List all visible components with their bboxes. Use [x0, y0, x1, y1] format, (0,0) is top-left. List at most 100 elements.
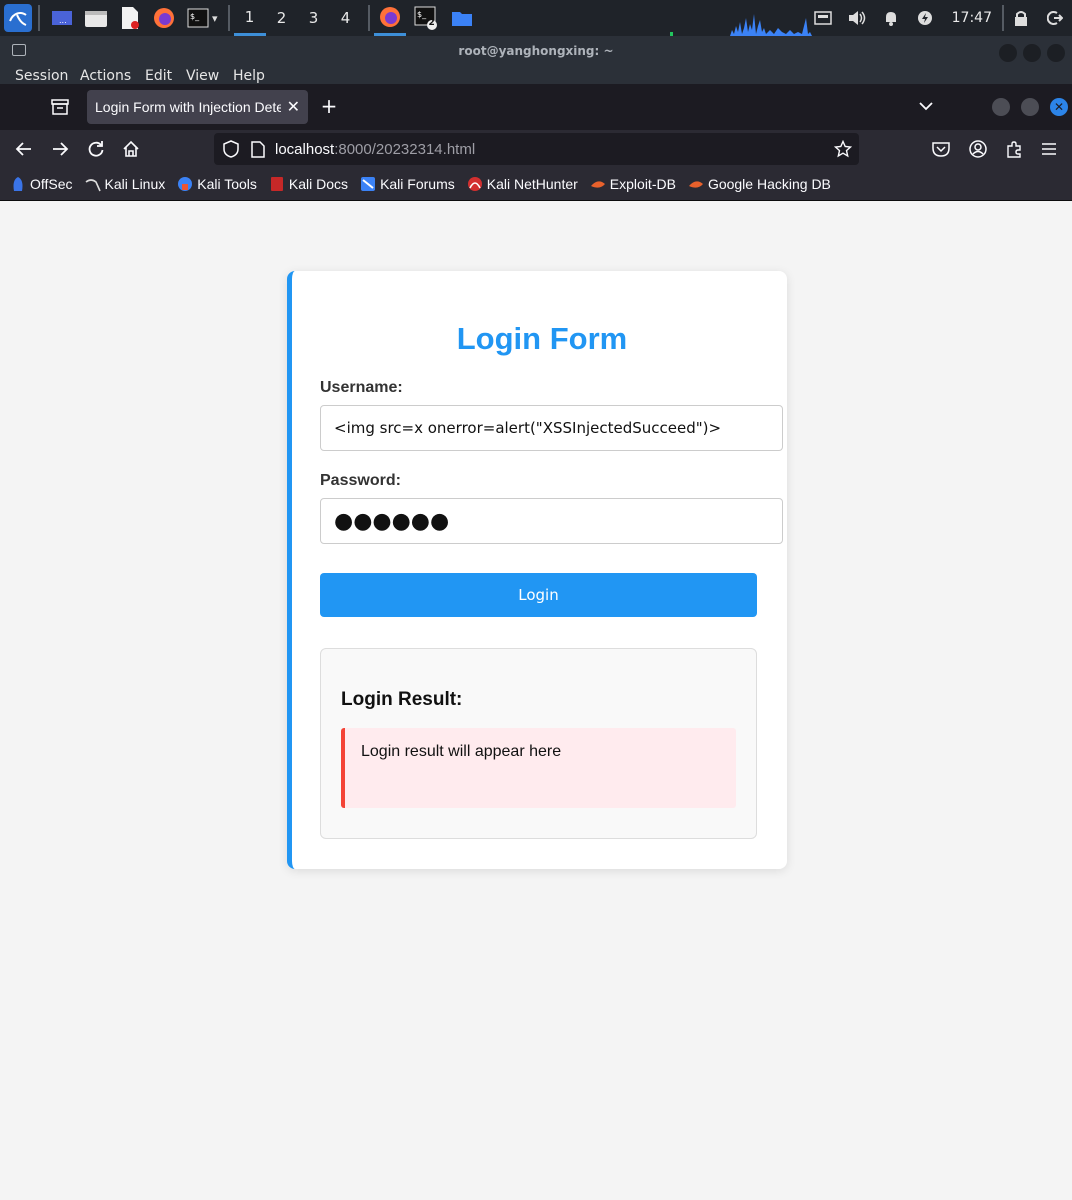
login-card: Login Form Username: <img src=x onerror=… — [287, 271, 787, 869]
menu-edit[interactable]: Edit — [145, 68, 172, 84]
taskbar-separator — [367, 5, 370, 31]
bookmark-google-hacking-db[interactable]: Google Hacking DB — [688, 176, 831, 192]
kali-dragon-icon — [85, 176, 101, 192]
bookmark-kali-tools[interactable]: Kali Tools — [177, 176, 257, 192]
lock-icon[interactable] — [1004, 0, 1038, 36]
workspace-4[interactable]: 4 — [330, 0, 362, 36]
bookmark-kali-nethunter[interactable]: Kali NetHunter — [467, 176, 578, 192]
clock[interactable]: 17:47 — [942, 10, 1002, 26]
bookmark-label: OffSec — [30, 176, 73, 192]
bookmark-kali-docs[interactable]: Kali Docs — [269, 176, 348, 192]
bookmark-label: Kali Docs — [288, 176, 349, 192]
new-tab-icon[interactable]: + — [319, 94, 339, 118]
page-title: Login Form — [456, 321, 628, 356]
terminal-count-badge: 2 — [428, 18, 435, 28]
taskbar-separator — [38, 5, 40, 31]
password-input[interactable]: ●●●●●● — [320, 498, 783, 544]
svg-text:$_: $_ — [417, 10, 427, 19]
browser-maximize-button[interactable] — [1021, 98, 1039, 116]
bookmark-label: Kali NetHunter — [486, 176, 578, 192]
kali-tools-icon — [177, 176, 193, 192]
bookmark-kali-linux[interactable]: Kali Linux — [85, 176, 166, 192]
volume-icon[interactable] — [840, 0, 874, 36]
extensions-icon[interactable] — [1002, 137, 1026, 161]
browser-navbar: localhost:8000/20232314.html — [0, 130, 1072, 168]
text-editor-icon[interactable] — [118, 6, 142, 30]
menu-session[interactable]: Session — [15, 68, 68, 84]
terminal-minimize-button[interactable] — [999, 44, 1017, 62]
terminal-window-button[interactable]: $_ 2 — [410, 0, 442, 36]
menu-view[interactable]: View — [186, 68, 219, 84]
login-result-message: Login result will appear here — [341, 728, 736, 808]
terminal-maximize-button[interactable] — [1023, 44, 1041, 62]
workspace-1[interactable]: 1 — [233, 0, 266, 36]
system-tray: 17:47 — [806, 0, 1072, 36]
chevron-down-icon[interactable]: ▾ — [212, 12, 218, 25]
login-button[interactable]: Login — [320, 573, 757, 617]
terminal-window-titlebar: root@yanghongxing: ~ Session Actions Edi… — [0, 36, 1072, 84]
pocket-icon[interactable] — [929, 137, 953, 161]
url-bar[interactable]: localhost:8000/20232314.html — [214, 133, 859, 165]
taskbar: ... $_ ▾ 1 2 3 4 $_ 2 17:47 — [0, 0, 1072, 36]
bookmark-star-icon[interactable] — [833, 139, 853, 159]
firefox-window-button[interactable] — [373, 0, 406, 36]
password-label: Password: — [320, 472, 401, 489]
back-icon[interactable] — [12, 137, 36, 161]
bookmark-label: Kali Tools — [197, 176, 257, 192]
reload-icon[interactable] — [84, 137, 108, 161]
logout-icon[interactable] — [1038, 0, 1072, 36]
terminal-close-button[interactable] — [1047, 44, 1065, 62]
terminal-window-title: root@yanghongxing: ~ — [458, 44, 614, 58]
power-status-icon[interactable] — [908, 0, 942, 36]
firefox-launcher-icon[interactable] — [152, 6, 176, 30]
show-desktop-icon[interactable]: ... — [50, 6, 74, 30]
url-host: localhost — [275, 140, 335, 158]
username-label: Username: — [320, 379, 403, 396]
login-result-heading: Login Result: — [341, 689, 463, 710]
tab-close-icon[interactable]: ✕ — [287, 97, 300, 116]
workspace-3[interactable]: 3 — [298, 0, 330, 36]
taskbar-separator — [227, 5, 230, 31]
forward-icon[interactable] — [48, 137, 72, 161]
bookmark-label: Google Hacking DB — [707, 176, 831, 192]
offsec-icon — [10, 176, 26, 192]
network-icon[interactable] — [806, 0, 840, 36]
browser-tab-strip: Login Form with Injection Detection ✕ + … — [0, 84, 1072, 130]
home-icon[interactable] — [119, 137, 143, 161]
bookmark-kali-forums[interactable]: Kali Forums — [360, 176, 455, 192]
workspace-2[interactable]: 2 — [266, 0, 298, 36]
browser-minimize-button[interactable] — [992, 98, 1010, 116]
tab-login-form[interactable]: Login Form with Injection Detection ✕ — [87, 90, 308, 124]
bookmark-offsec[interactable]: OffSec — [10, 176, 73, 192]
account-icon[interactable] — [966, 137, 990, 161]
menu-help[interactable]: Help — [233, 68, 265, 84]
nethunter-icon — [467, 176, 483, 192]
app-menu-icon[interactable] — [1037, 137, 1061, 161]
folder-window-button[interactable] — [446, 0, 478, 36]
url-path: :8000/20232314.html — [334, 140, 476, 158]
cpu-graph — [670, 14, 812, 36]
ghdb-icon — [688, 176, 704, 192]
svg-text:...: ... — [59, 16, 67, 25]
bookmark-label: Kali Forums — [380, 176, 455, 192]
bookmark-label: Exploit-DB — [609, 176, 676, 192]
kali-menu-icon[interactable] — [4, 4, 32, 32]
tracking-protection-icon[interactable] — [222, 140, 240, 158]
page-viewport: Login Form Username: <img src=x onerror=… — [0, 201, 1072, 1200]
menu-actions[interactable]: Actions — [80, 68, 131, 84]
exploit-db-icon — [590, 176, 606, 192]
tab-title: Login Form with Injection Detection — [95, 99, 281, 115]
username-input[interactable]: <img src=x onerror=alert("XSSInjectedSuc… — [320, 405, 783, 451]
bookmark-exploit-db[interactable]: Exploit-DB — [590, 176, 676, 192]
browser-close-button[interactable]: ✕ — [1050, 98, 1068, 116]
page-info-icon[interactable] — [250, 140, 266, 158]
bookmarks-toolbar: OffSec Kali Linux Kali Tools Kali Docs K… — [0, 168, 1072, 201]
bookmark-label: Kali Linux — [104, 176, 166, 192]
notification-bell-icon[interactable] — [874, 0, 908, 36]
list-all-tabs-icon[interactable] — [916, 96, 936, 116]
kali-docs-icon — [269, 176, 285, 192]
firefox-view-icon[interactable] — [50, 97, 70, 117]
terminal-launcher-icon[interactable]: $_ — [186, 6, 210, 30]
kali-forums-icon — [360, 176, 376, 192]
file-manager-icon[interactable] — [84, 6, 108, 30]
